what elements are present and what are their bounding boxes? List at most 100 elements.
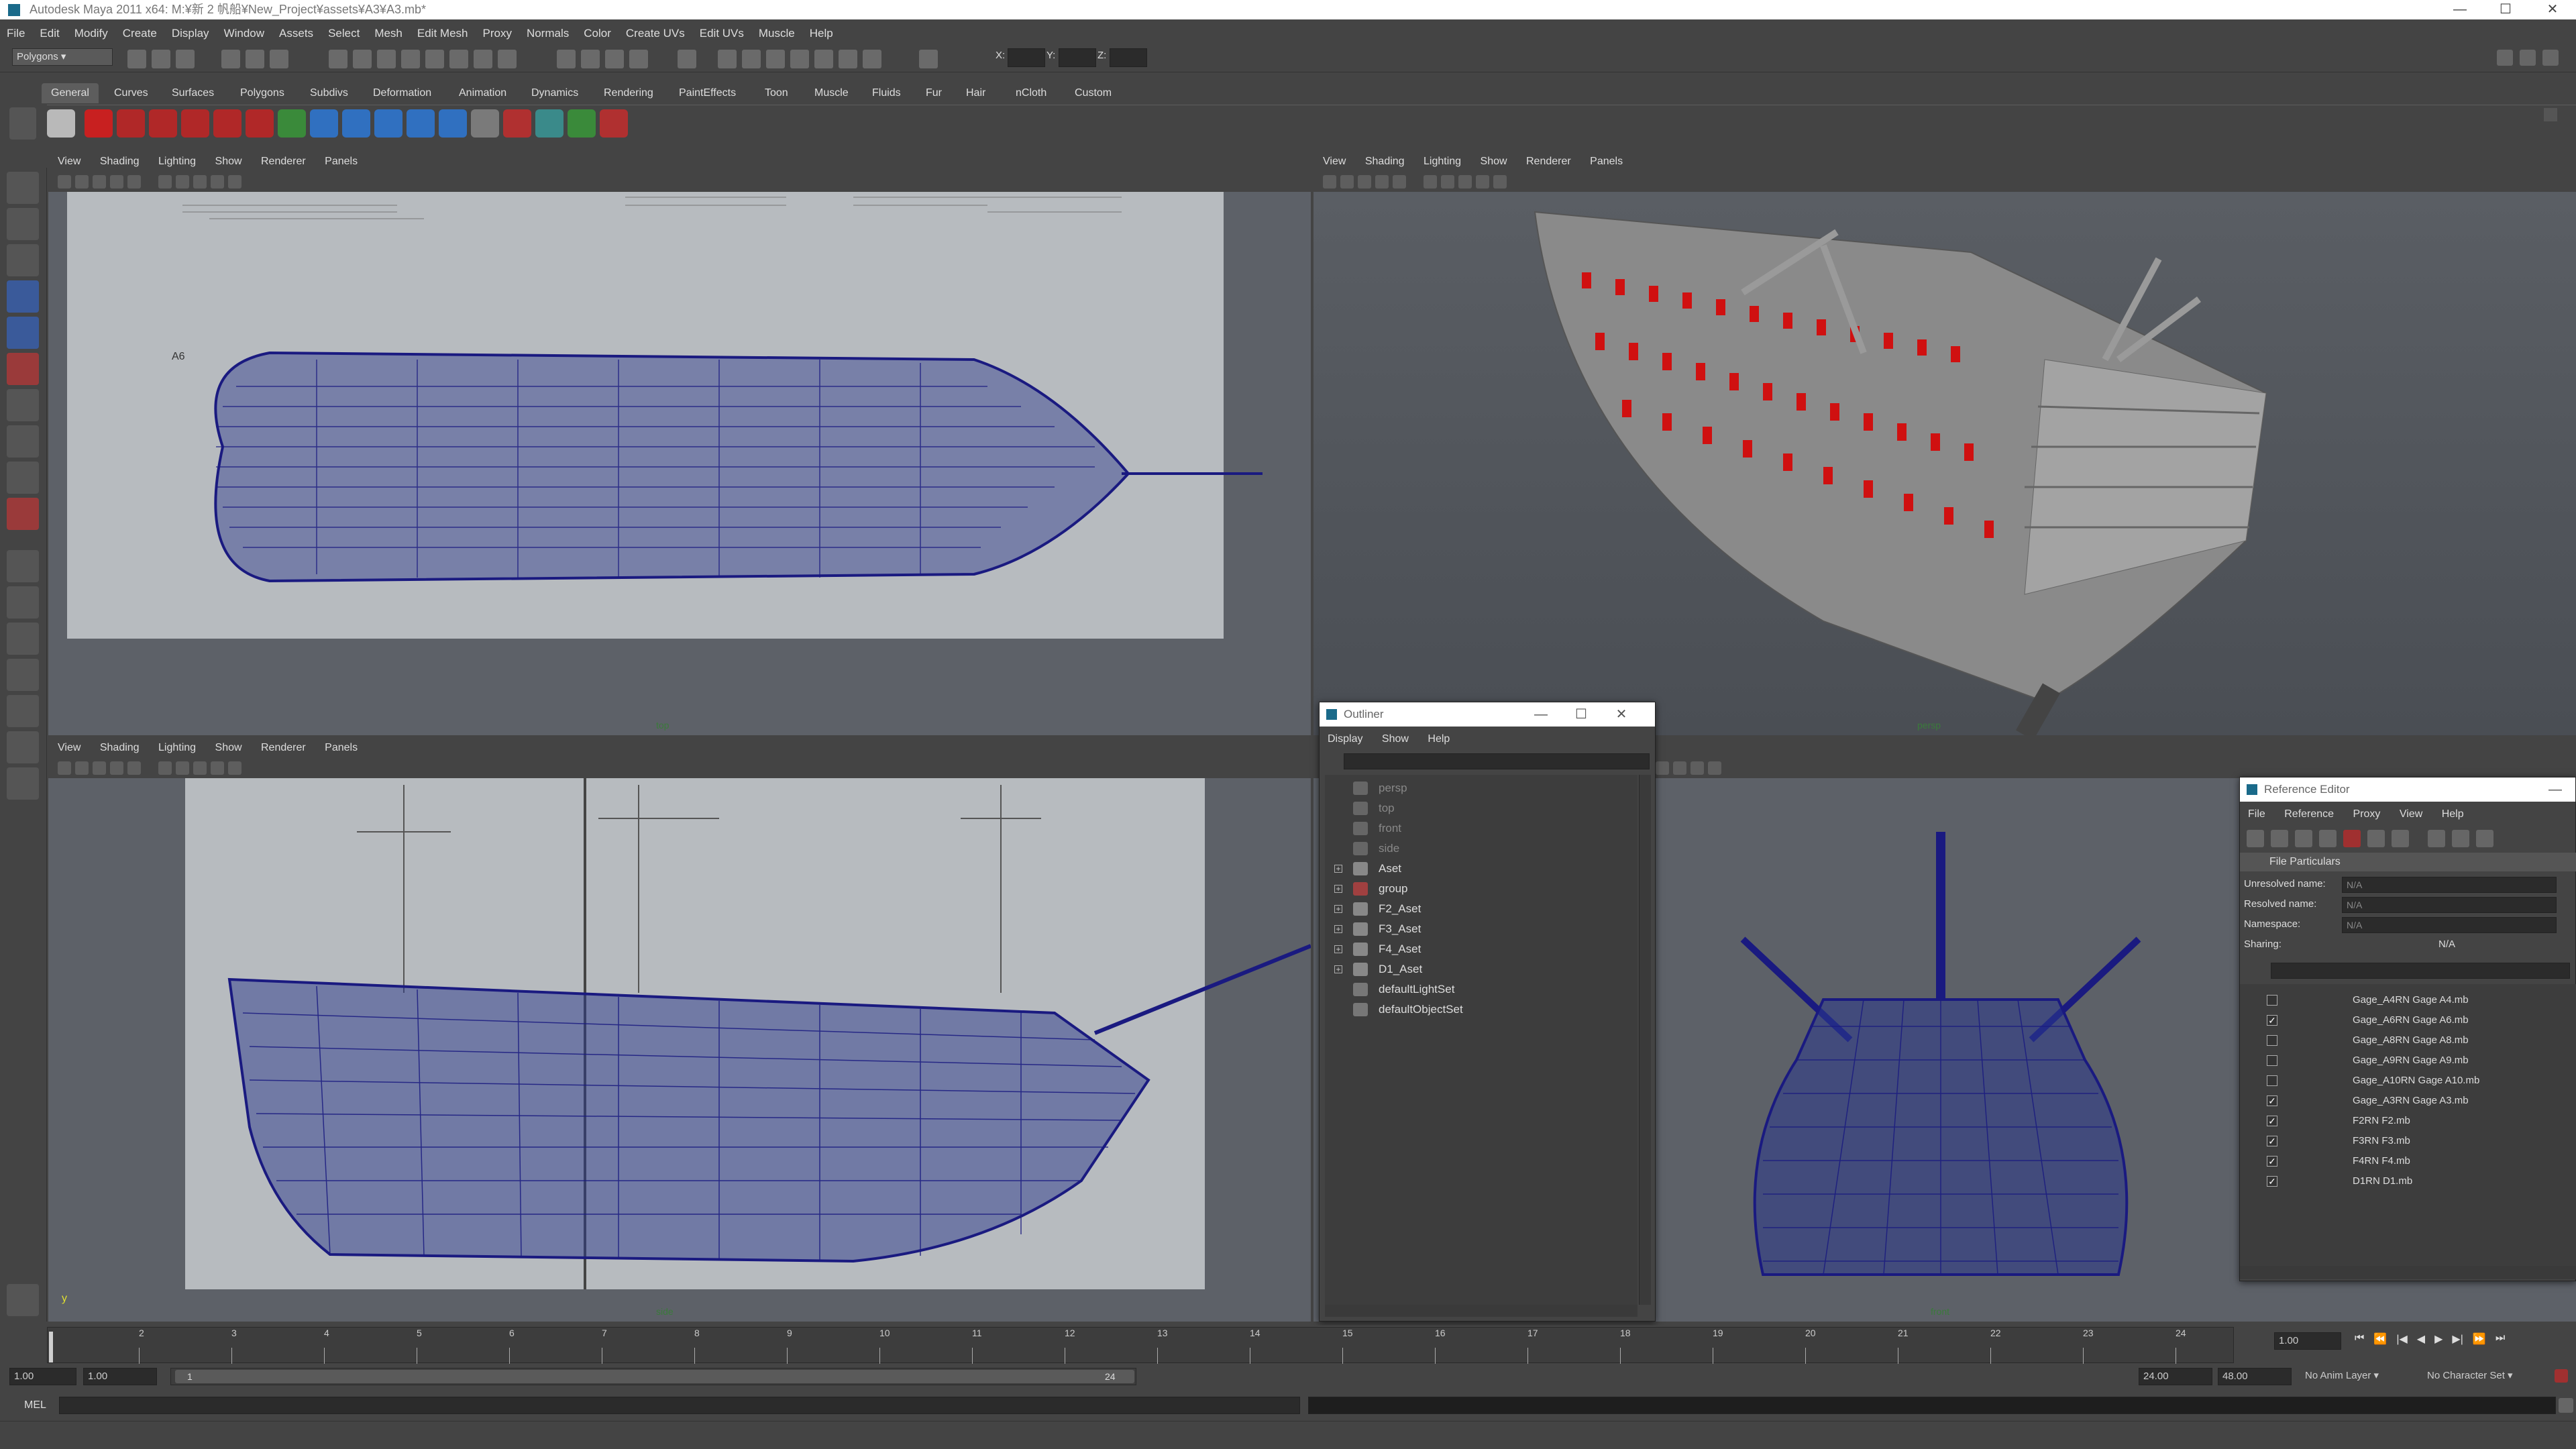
list-item[interactable]: + D1_Aset (1334, 960, 1422, 979)
outliner-close-button[interactable]: ✕ (1601, 702, 1642, 727)
camera-attr-icon[interactable] (58, 175, 71, 189)
list-item[interactable]: + F2_Aset (1334, 900, 1421, 918)
list-item[interactable]: + group (1334, 879, 1407, 898)
nurbs-sphere-icon[interactable] (117, 109, 145, 138)
play-backward-icon[interactable]: ◀ (2417, 1332, 2425, 1351)
panel-menu-lighting[interactable]: Lighting (158, 156, 196, 167)
layout-hypershade-icon[interactable] (7, 695, 39, 727)
y-field[interactable] (1059, 48, 1096, 67)
tab-curves[interactable]: Curves (105, 83, 158, 103)
reference-checkbox[interactable] (2267, 1035, 2277, 1046)
panel-menu-view[interactable]: View (58, 742, 80, 753)
z-field[interactable] (1110, 48, 1147, 67)
reference-filter-field[interactable] (2271, 963, 2570, 979)
outliner-menu-help[interactable]: Help (1428, 733, 1450, 745)
remove-reference-icon[interactable] (2343, 830, 2361, 847)
bookmark-icon[interactable] (75, 761, 89, 775)
start-time-field[interactable]: 1.00 (9, 1368, 76, 1385)
reload-reference-icon[interactable] (2271, 830, 2288, 847)
tab-polygons[interactable]: Polygons (231, 83, 294, 103)
range-slider[interactable]: 1 24 (170, 1368, 1136, 1385)
step-back-key-icon[interactable]: ⏪ (2373, 1332, 2387, 1351)
view-details-icon[interactable] (2476, 830, 2493, 847)
file-particulars-header[interactable]: File Particulars (2240, 853, 2576, 871)
image-plane-icon[interactable] (93, 761, 106, 775)
menu-select[interactable]: Select (328, 27, 360, 40)
shadows-icon[interactable] (228, 761, 241, 775)
menu-mesh[interactable]: Mesh (374, 27, 402, 40)
camera-attr-icon[interactable] (58, 761, 71, 775)
bookmark-icon[interactable] (75, 175, 89, 189)
reference-horizontal-scrollbar[interactable] (2240, 1266, 2576, 1279)
outliner-maximize-button[interactable]: ☐ (1561, 702, 1601, 727)
render-view-icon[interactable] (557, 50, 576, 68)
list-item[interactable]: + F4_Aset (1334, 940, 1421, 959)
tab-animation[interactable]: Animation (449, 83, 516, 103)
render-icon[interactable] (535, 109, 564, 138)
universal-manipulator-icon[interactable] (7, 389, 39, 421)
outliner-filter-field[interactable] (1344, 753, 1650, 769)
namespace-field[interactable]: N/A (2342, 917, 2557, 933)
expand-icon[interactable]: + (1334, 925, 1342, 933)
list-item[interactable]: defaultLightSet (1353, 980, 1454, 999)
menu-edit[interactable]: Edit (40, 27, 59, 40)
lasso-tool-icon[interactable] (7, 208, 39, 240)
attribute-editor-toggle-icon[interactable] (2497, 50, 2513, 66)
tab-subdivs[interactable]: Subdivs (301, 83, 358, 103)
ipr-icon[interactable] (503, 109, 531, 138)
bookmark-icon[interactable] (1340, 175, 1354, 189)
menu-create[interactable]: Create (123, 27, 157, 40)
current-time-marker[interactable] (49, 1332, 53, 1362)
nurbs-plane-icon[interactable] (246, 109, 274, 138)
outliner-horizontal-scrollbar[interactable] (1325, 1305, 1638, 1317)
import-reference-icon[interactable] (2319, 830, 2337, 847)
expand-icon[interactable]: + (1334, 965, 1342, 973)
move-tool-icon[interactable] (7, 280, 39, 313)
view-tree-icon[interactable] (2452, 830, 2469, 847)
new-scene-icon[interactable] (127, 50, 146, 68)
grid-toggle-icon[interactable] (110, 761, 123, 775)
menu-display[interactable]: Display (172, 27, 209, 40)
tab-custom[interactable]: Custom (1065, 83, 1121, 103)
poly-cube-icon[interactable] (342, 109, 370, 138)
help-shelf-icon[interactable] (85, 109, 113, 138)
layout-single-icon[interactable] (718, 50, 737, 68)
list-item[interactable]: Gage_A4RN Gage A4.mb (2240, 991, 2576, 1010)
shelf-menu-icon[interactable] (9, 107, 36, 140)
resolved-name-field[interactable]: N/A (2342, 897, 2557, 913)
render-frame-icon[interactable] (581, 50, 600, 68)
viewport-persp-canvas[interactable]: y persp (1313, 192, 2576, 735)
unresolved-name-field[interactable]: N/A (2342, 877, 2557, 893)
hypershade-icon[interactable] (568, 109, 596, 138)
proxy-reference-icon[interactable] (2392, 830, 2409, 847)
menu-modify[interactable]: Modify (74, 27, 108, 40)
list-item[interactable]: ✓ F3RN F3.mb (2240, 1132, 2576, 1150)
expand-icon[interactable]: + (1334, 865, 1342, 873)
layout-render-icon[interactable] (863, 50, 881, 68)
panel-menu-view[interactable]: View (58, 156, 80, 167)
film-gate-icon[interactable] (127, 761, 141, 775)
rotate-tool-icon[interactable] (7, 317, 39, 349)
soft-mod-tool-icon[interactable] (7, 425, 39, 458)
poly-cone-icon[interactable] (407, 109, 435, 138)
layout-single-perspective-icon[interactable] (7, 550, 39, 582)
input-ops-icon[interactable] (474, 50, 492, 68)
list-item[interactable]: defaultObjectSet (1353, 1000, 1463, 1019)
smooth-shade-icon[interactable] (176, 175, 189, 189)
open-scene-icon[interactable] (152, 50, 170, 68)
panel-menu-panels[interactable]: Panels (1590, 156, 1623, 167)
tab-deformation[interactable]: Deformation (364, 83, 441, 103)
list-item[interactable]: ✓ Gage_A6RN Gage A6.mb (2240, 1011, 2576, 1030)
step-back-frame-icon[interactable]: |◀ (2396, 1332, 2407, 1351)
nurbs-cylinder-icon[interactable] (181, 109, 209, 138)
panel-menu-panels[interactable]: Panels (325, 742, 358, 753)
panel-menu-lighting[interactable]: Lighting (1424, 156, 1461, 167)
list-item[interactable]: front (1353, 819, 1401, 838)
save-scene-icon[interactable] (176, 50, 195, 68)
isolate-icon[interactable] (1690, 761, 1704, 775)
layout-hypershade-icon[interactable] (839, 50, 857, 68)
list-item[interactable]: + Aset (1334, 859, 1401, 878)
menu-proxy[interactable]: Proxy (482, 27, 511, 40)
reference-checkbox[interactable]: ✓ (2267, 1136, 2277, 1146)
texture-icon[interactable] (1458, 175, 1472, 189)
